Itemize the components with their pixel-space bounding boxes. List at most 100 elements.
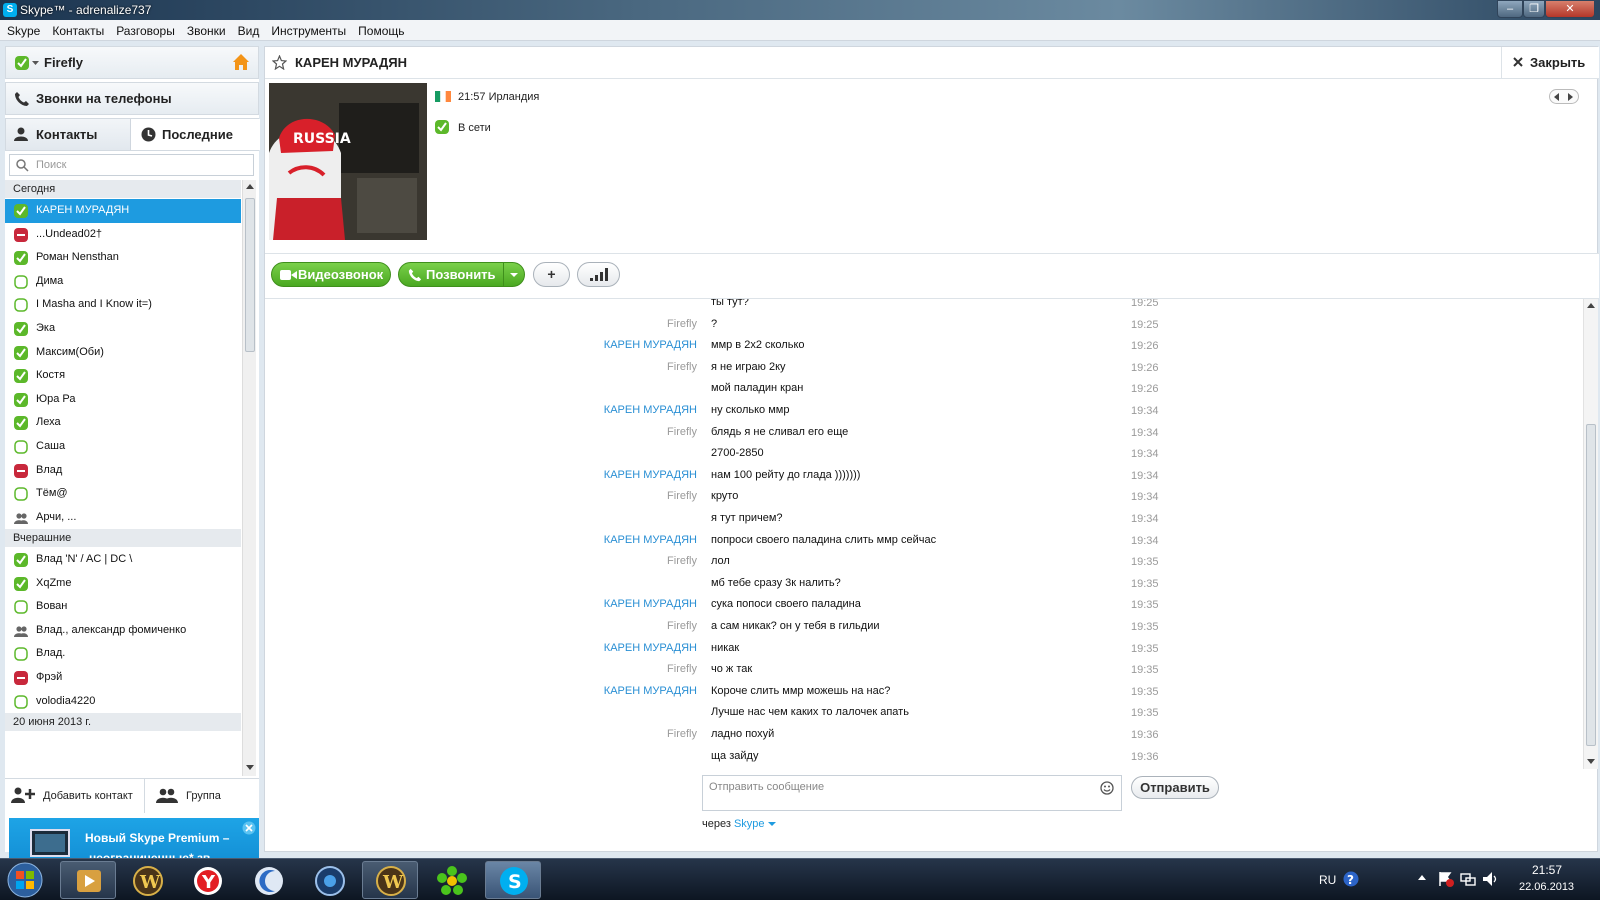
message-author[interactable]: Firefly (667, 318, 697, 330)
promo-close-icon[interactable] (242, 821, 256, 835)
via-service-selector[interactable]: Skype (734, 818, 765, 830)
tab-contacts[interactable]: Контакты (6, 119, 131, 150)
contact-item[interactable]: Леха (5, 411, 241, 435)
next-arrow-icon[interactable] (1568, 93, 1574, 101)
online-status-icon (14, 392, 28, 407)
message-author[interactable]: Firefly (667, 728, 697, 740)
message-author[interactable]: КАРЕН МУРАДЯН (604, 534, 697, 546)
message-author[interactable]: КАРЕН МУРАДЯН (604, 339, 697, 351)
clock-date[interactable]: 22.06.2013 (1519, 881, 1574, 893)
message-input[interactable]: Отправить сообщение (702, 775, 1122, 811)
yandex-browser-taskbar-icon[interactable]: Y (180, 861, 236, 899)
message-author[interactable]: КАРЕН МУРАДЯН (604, 598, 697, 610)
contact-item[interactable]: Фрэй (5, 666, 241, 690)
scroll-down-icon[interactable] (246, 765, 254, 771)
help-icon[interactable]: ? (1343, 871, 1359, 887)
contact-item[interactable]: Роман Nensthan (5, 246, 241, 270)
clock-time[interactable]: 21:57 (1532, 863, 1562, 877)
search-input[interactable]: Поиск (9, 154, 254, 176)
call-options-dropdown[interactable] (503, 263, 524, 286)
menu-view[interactable]: Вид (231, 20, 265, 38)
online-status-icon (14, 322, 28, 336)
action-center-flag-icon[interactable] (1438, 871, 1454, 887)
menu-help[interactable]: Помощь (351, 20, 409, 38)
minimize-button[interactable]: – (1497, 0, 1523, 18)
scroll-down-icon[interactable] (1587, 759, 1595, 765)
contact-item[interactable]: Дима (5, 270, 241, 294)
call-quality-button[interactable] (577, 262, 620, 287)
group-button[interactable]: Группа (146, 779, 259, 813)
message-author[interactable]: КАРЕН МУРАДЯН (604, 642, 697, 654)
contact-item[interactable]: Максим(Оби) (5, 341, 241, 365)
message-author[interactable]: Firefly (667, 620, 697, 632)
menu-skype[interactable]: Skype (0, 20, 45, 38)
scroll-up-icon[interactable] (246, 184, 254, 190)
contact-item[interactable]: Саша (5, 435, 241, 459)
contact-item[interactable]: Тём@ (5, 482, 241, 506)
emoticon-icon[interactable] (1100, 781, 1114, 795)
icq-taskbar-icon[interactable] (424, 861, 480, 899)
close-chat-button[interactable]: Закрыть (1501, 47, 1599, 78)
message-author[interactable]: Firefly (667, 663, 697, 675)
wow-taskbar-icon[interactable]: W (120, 861, 176, 899)
scroll-thumb[interactable] (245, 198, 255, 352)
chevron-down-icon[interactable] (767, 822, 776, 827)
contact-item[interactable]: КАРЕН МУРАДЯН (5, 199, 241, 223)
start-button-icon[interactable] (6, 862, 44, 898)
message-author[interactable]: Firefly (667, 361, 697, 373)
maximize-button[interactable]: ❐ (1523, 0, 1545, 18)
show-hidden-icons-icon[interactable] (1418, 875, 1426, 881)
contact-list-scrollbar[interactable] (242, 180, 256, 776)
contact-item[interactable]: Влад., александр фомиченко (5, 619, 241, 643)
disc-app-taskbar-icon[interactable] (302, 861, 358, 899)
message-author[interactable]: КАРЕН МУРАДЯН (604, 404, 697, 416)
wow-launcher-taskbar-icon[interactable]: W (362, 861, 418, 899)
add-people-button[interactable]: + (533, 262, 570, 287)
contact-item[interactable]: Арчи, ... (5, 506, 241, 530)
phone-calls-item[interactable]: Звонки на телефоны (5, 82, 259, 115)
contact-name: Влад. (36, 647, 66, 660)
contact-item[interactable]: Костя (5, 364, 241, 388)
language-indicator[interactable]: RU (1319, 873, 1336, 887)
contact-name: КАРЕН МУРАДЯН (36, 204, 130, 216)
contact-item[interactable]: Влад. (5, 642, 241, 666)
menu-calls[interactable]: Звонки (180, 20, 231, 38)
contact-item[interactable]: Влад 'N' / AC | DC \ (5, 548, 241, 572)
contact-item[interactable]: Юра Ра (5, 388, 241, 412)
contact-item[interactable]: Влад (5, 459, 241, 483)
contact-item[interactable]: ...Undead02† (5, 223, 241, 247)
close-window-button[interactable]: ✕ (1545, 0, 1595, 18)
send-button[interactable]: Отправить (1131, 776, 1219, 799)
menu-tools[interactable]: Инструменты (264, 20, 351, 38)
profile-bar[interactable]: Firefly (5, 46, 259, 79)
video-call-button[interactable]: Видеозвонок (271, 262, 391, 287)
browser-taskbar-icon[interactable] (241, 861, 297, 899)
contact-item[interactable]: volodia4220 (5, 690, 241, 714)
message-author[interactable]: КАРЕН МУРАДЯН (604, 685, 697, 697)
menu-contacts[interactable]: Контакты (45, 20, 109, 38)
tab-recent[interactable]: Последние (132, 119, 260, 150)
message-author[interactable]: Firefly (667, 426, 697, 438)
message-scrollbar[interactable] (1583, 299, 1598, 769)
contact-item[interactable]: Эка (5, 317, 241, 341)
media-player-taskbar-icon[interactable] (60, 861, 116, 899)
status-dropdown-icon[interactable] (32, 61, 39, 66)
contact-item[interactable]: XqZme (5, 572, 241, 596)
contact-item[interactable]: I Masha and I Know it=) (5, 293, 241, 317)
message-author[interactable]: Firefly (667, 490, 697, 502)
scroll-thumb[interactable] (1586, 424, 1596, 746)
call-button[interactable]: Позвонить (398, 262, 525, 287)
skype-taskbar-icon[interactable]: S (485, 861, 541, 899)
prev-arrow-icon[interactable] (1554, 93, 1560, 101)
network-icon[interactable] (1460, 871, 1476, 887)
favorite-star-icon[interactable] (272, 55, 287, 70)
volume-icon[interactable] (1482, 871, 1498, 887)
add-contact-button[interactable]: Добавить контакт (5, 779, 145, 813)
scroll-up-icon[interactable] (1587, 303, 1595, 309)
message-author[interactable]: КАРЕН МУРАДЯН (604, 469, 697, 481)
contact-item[interactable]: Вован (5, 595, 241, 619)
online-status-icon (14, 553, 28, 567)
message-author[interactable]: Firefly (667, 555, 697, 567)
home-icon[interactable] (232, 53, 250, 71)
menu-conversations[interactable]: Разговоры (109, 20, 180, 38)
